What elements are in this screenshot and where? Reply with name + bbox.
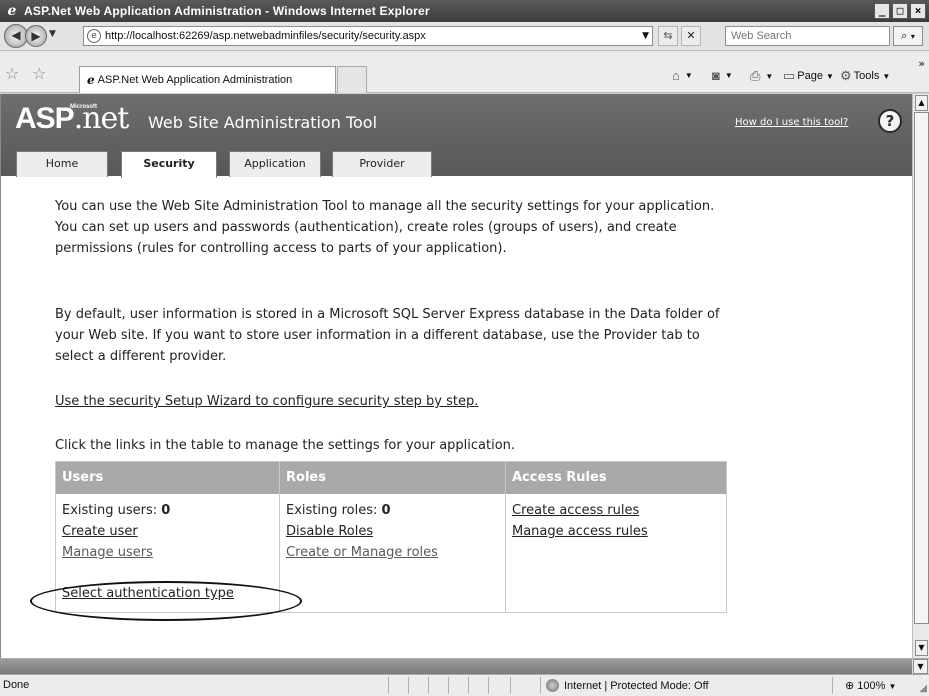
scroll-thumb[interactable]	[914, 112, 929, 624]
resize-grip-icon[interactable]: ◢	[919, 683, 927, 694]
access-rules-column: Access Rules Create access rules Manage …	[506, 462, 726, 612]
status-divider	[408, 677, 409, 694]
manage-access-rules-link[interactable]: Manage access rules	[512, 524, 648, 539]
status-text: Done	[3, 679, 30, 691]
home-icon: ⌂	[672, 68, 680, 83]
status-divider	[510, 677, 511, 694]
maximize-button[interactable]: □	[892, 3, 908, 19]
globe-icon	[546, 679, 559, 692]
status-bar: Done Internet | Protected Mode: Off ⊕ 10…	[0, 674, 929, 696]
status-divider	[488, 677, 489, 694]
page-content: ASP.net Microsoft Web Site Administratio…	[0, 94, 912, 658]
scroll-down-icon[interactable]: ▼	[913, 659, 928, 674]
roles-header: Roles	[280, 462, 505, 494]
status-divider	[448, 677, 449, 694]
intro-paragraph: You can use the Web Site Administration …	[55, 199, 715, 256]
url-input[interactable]	[105, 30, 545, 42]
feeds-button[interactable]: ◙ ▼	[712, 68, 733, 83]
status-divider	[388, 677, 389, 694]
search-box[interactable]	[725, 26, 890, 46]
users-header: Users	[56, 462, 279, 494]
create-access-rules-link[interactable]: Create access rules	[512, 503, 639, 518]
tab-security[interactable]: Security	[121, 151, 217, 178]
horizontal-scroll-track[interactable]	[0, 659, 912, 674]
status-divider	[540, 677, 541, 694]
close-button[interactable]: ×	[910, 3, 926, 19]
manage-users-link[interactable]: Manage users	[62, 545, 153, 560]
chevron-more-icon[interactable]: »	[918, 57, 925, 70]
url-dropdown-icon[interactable]: ▼	[642, 31, 649, 41]
new-tab-button[interactable]	[337, 66, 367, 93]
tab-home[interactable]: Home	[16, 151, 108, 177]
logo-microsoft: Microsoft	[70, 104, 97, 110]
tools-menu[interactable]: ⚙ Tools ▼	[840, 68, 890, 84]
existing-users-label: Existing users:	[62, 503, 162, 518]
command-bar: ☆ ☆ e ASP.Net Web Application Administra…	[0, 51, 929, 93]
status-divider	[832, 677, 833, 694]
existing-users: Existing users: 0	[62, 500, 273, 521]
gear-icon: ⚙	[840, 68, 852, 83]
zone-label: Internet | Protected Mode: Off	[564, 679, 709, 692]
search-input[interactable]	[726, 27, 876, 45]
scroll-up-icon[interactable]: ▲	[915, 95, 928, 111]
zoom-level: 100%	[857, 680, 886, 692]
status-divider	[468, 677, 469, 694]
rss-icon: ◙	[712, 68, 720, 83]
default-info-paragraph: By default, user information is stored i…	[55, 307, 720, 364]
minimize-button[interactable]: _	[874, 3, 890, 19]
access-rules-header: Access Rules	[506, 462, 726, 494]
scroll-down-icon[interactable]: ▼	[915, 640, 928, 656]
browser-tab-title: ASP.Net Web Application Administration	[97, 74, 293, 86]
page-icon: ▭	[783, 68, 796, 83]
ie-logo-icon: e	[7, 3, 17, 19]
site-title: Web Site Administration Tool	[148, 113, 378, 132]
window-title: ASP.Net Web Application Administration -…	[24, 4, 430, 18]
window-title-bar[interactable]: e ASP.Net Web Application Administration…	[0, 0, 929, 22]
print-button[interactable]: ⎙ ▼	[750, 68, 773, 84]
table-intro: Click the links in the table to manage t…	[55, 438, 516, 453]
tools-menu-label: Tools	[853, 70, 880, 82]
disable-roles-link[interactable]: Disable Roles	[286, 524, 373, 539]
create-user-link[interactable]: Create user	[62, 524, 138, 539]
highlight-ellipse	[30, 581, 302, 621]
tab-application[interactable]: Application	[229, 151, 321, 177]
security-wizard-link[interactable]: Use the security Setup Wizard to configu…	[55, 394, 478, 409]
tab-ie-icon: e	[87, 73, 95, 87]
help-icon[interactable]: ?	[878, 109, 902, 133]
home-button[interactable]: ⌂ ▼	[672, 68, 693, 83]
asp-net-logo: ASP.net Microsoft	[15, 101, 129, 136]
address-field[interactable]: e ▼	[83, 26, 653, 46]
favorites-star-icon[interactable]: ☆	[5, 64, 19, 83]
address-bar-row: ◀ ▶ ▼ e ▼ ⇆ ✕ ⌕ ▾	[0, 22, 929, 51]
browser-tab[interactable]: e ASP.Net Web Application Administration	[79, 66, 336, 93]
page-menu-label: Page	[797, 70, 823, 82]
roles-column: Roles Existing roles: 0 Disable Roles Cr…	[280, 462, 506, 612]
zoom-control[interactable]: ⊕ 100% ▼	[845, 679, 896, 692]
stop-icon[interactable]: ✕	[681, 26, 701, 46]
search-button[interactable]: ⌕ ▾	[893, 26, 923, 46]
horizontal-scrollbar[interactable]: ▼	[0, 658, 929, 674]
security-zone[interactable]: Internet | Protected Mode: Off	[546, 679, 709, 692]
existing-roles: Existing roles: 0	[286, 500, 499, 521]
asp-header: ASP.net Microsoft Web Site Administratio…	[1, 94, 912, 178]
magnifier-icon: ⌕	[901, 29, 908, 42]
history-dropdown-icon[interactable]: ▼	[49, 29, 56, 39]
tab-provider[interactable]: Provider	[332, 151, 432, 177]
page-menu[interactable]: ▭ Page ▼	[783, 68, 834, 84]
page-icon: e	[87, 29, 101, 43]
vertical-scrollbar[interactable]: ▲ ▼	[912, 94, 929, 658]
help-link[interactable]: How do I use this tool?	[735, 117, 848, 128]
zoom-icon: ⊕	[845, 680, 855, 692]
status-divider	[428, 677, 429, 694]
refresh-icon[interactable]: ⇆	[658, 26, 678, 46]
existing-roles-count: 0	[381, 503, 391, 518]
add-favorites-icon[interactable]: ☆	[32, 64, 46, 83]
printer-icon: ⎙	[750, 68, 761, 83]
manage-roles-link[interactable]: Create or Manage roles	[286, 545, 438, 560]
logo-asp: ASP	[15, 102, 75, 135]
window-controls: _ □ ×	[874, 3, 926, 19]
forward-button[interactable]: ▶	[25, 25, 47, 47]
existing-users-count: 0	[161, 503, 171, 518]
existing-roles-label: Existing roles:	[286, 503, 382, 518]
